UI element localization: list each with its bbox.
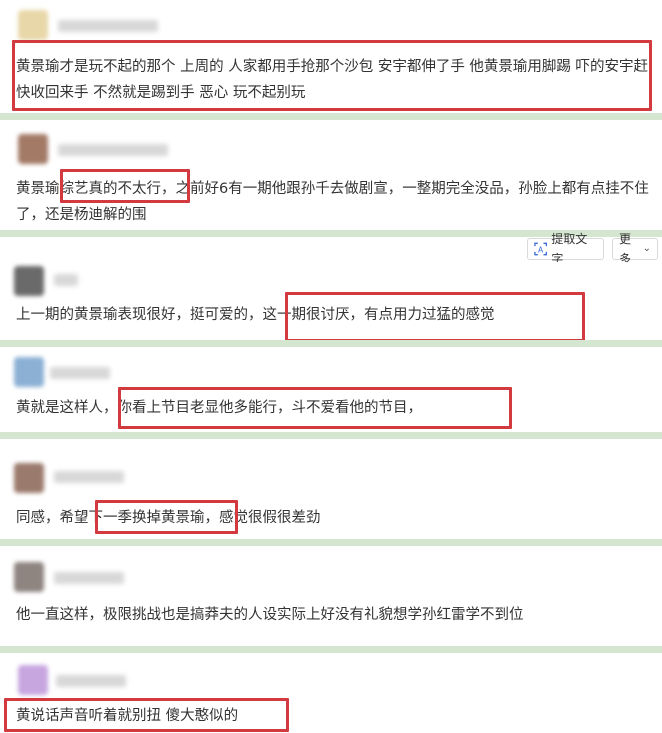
comment-text: 他一直这样，极限挑战也是搞莽夫的人设实际上好没有礼貌想学孙红雷学不到位 (16, 607, 524, 623)
comment-card: 黄景瑜才是玩不起的那个 上周的 人家都用手抢那个沙包 安宇都伸了手 他黄景瑜用脚… (0, 0, 662, 120)
username-blurred (58, 20, 158, 32)
comment-text: 上一期的黄景瑜表现很好，挺可爱的，这一期很讨厌，有点用力过猛的感觉 (16, 307, 495, 323)
separator (0, 340, 662, 347)
avatar (14, 266, 44, 296)
avatar (18, 665, 48, 695)
avatar (14, 357, 44, 387)
separator (0, 432, 662, 439)
avatar (14, 463, 44, 493)
comment-card: 黄景瑜综艺真的不太行，之前好6有一期他跟孙千去做剧宣，一整期完全没品，孙脸上都有… (0, 120, 662, 230)
username-blurred (56, 675, 126, 687)
username-blurred (58, 144, 168, 156)
username-blurred (54, 572, 124, 584)
username-blurred (54, 274, 78, 286)
separator (0, 646, 662, 653)
comment-text: 黄就是这样人，你看上节目老显他多能行，斗不爱看他的节目， (16, 400, 422, 416)
avatar (18, 134, 48, 164)
avatar (14, 562, 44, 592)
comment-card: 他一直这样，极限挑战也是搞莽夫的人设实际上好没有礼貌想学孙红雷学不到位 (0, 546, 662, 646)
comment-text: 黄说话声音听着就别扭 傻大憨似的 (16, 708, 239, 724)
separator (0, 539, 662, 546)
comment-text: 同感，希望下一季换掉黄景瑜，感觉很假很差劲 (16, 510, 321, 526)
separator (0, 113, 662, 120)
comment-text: 黄景瑜综艺真的不太行，之前好6有一期他跟孙千去做剧宣，一整期完全没品，孙脸上都有… (16, 181, 649, 223)
comment-text: 黄景瑜才是玩不起的那个 上周的 人家都用手抢那个沙包 安宇都伸了手 他黄景瑜用脚… (16, 59, 649, 101)
username-blurred (50, 367, 110, 379)
chevron-down-icon: ⌄ (642, 243, 651, 254)
comment-card: 黄说话声音听着就别扭 傻大憨似的 (0, 653, 662, 733)
comment-card: 黄就是这样人，你看上节目老显他多能行，斗不爱看他的节目， (0, 347, 662, 432)
extract-text-button[interactable]: A 提取文字 (527, 232, 604, 266)
text-scan-icon: A (534, 242, 548, 256)
svg-text:A: A (538, 245, 544, 254)
comment-card: 同感，希望下一季换掉黄景瑜，感觉很假很差劲 (0, 439, 662, 539)
username-blurred (54, 471, 124, 483)
comment-list: 黄景瑜才是玩不起的那个 上周的 人家都用手抢那个沙包 安宇都伸了手 他黄景瑜用脚… (0, 0, 662, 733)
comment-card: 上一期的黄景瑜表现很好，挺可爱的，这一期很讨厌，有点用力过猛的感觉 (0, 262, 662, 340)
avatar (18, 10, 48, 40)
more-button[interactable]: 更多 ⌄ (612, 232, 658, 266)
